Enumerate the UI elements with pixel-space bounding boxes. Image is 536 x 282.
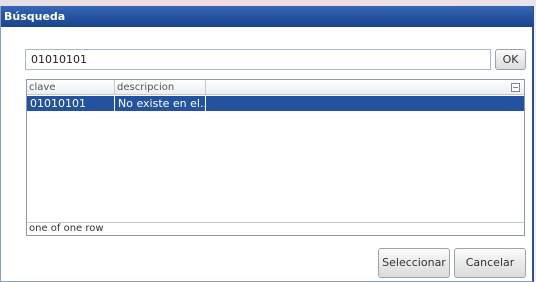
dialog-title: Búsqueda — [1, 6, 533, 27]
results-grid: clave descripcion 01010101 No existe en … — [26, 79, 525, 236]
grid-header: clave descripcion — [27, 80, 524, 95]
grid-footer-status: one of one row — [27, 222, 524, 235]
select-button[interactable]: Seleccionar — [378, 248, 450, 278]
ok-button[interactable]: OK — [495, 49, 526, 70]
cancel-button[interactable]: Cancelar — [454, 248, 526, 278]
search-input[interactable] — [25, 49, 491, 70]
column-header-descripcion[interactable]: descripcion — [115, 80, 206, 95]
cell-clave: 01010101 — [27, 96, 115, 111]
search-dialog: Búsqueda OK clave descripcion 01010101 N… — [0, 6, 534, 282]
column-menu-icon[interactable] — [511, 83, 520, 92]
table-row[interactable]: 01010101 No existe en el... — [27, 96, 524, 111]
column-header-clave[interactable]: clave — [27, 80, 115, 95]
cell-descripcion: No existe en el... — [115, 96, 206, 111]
